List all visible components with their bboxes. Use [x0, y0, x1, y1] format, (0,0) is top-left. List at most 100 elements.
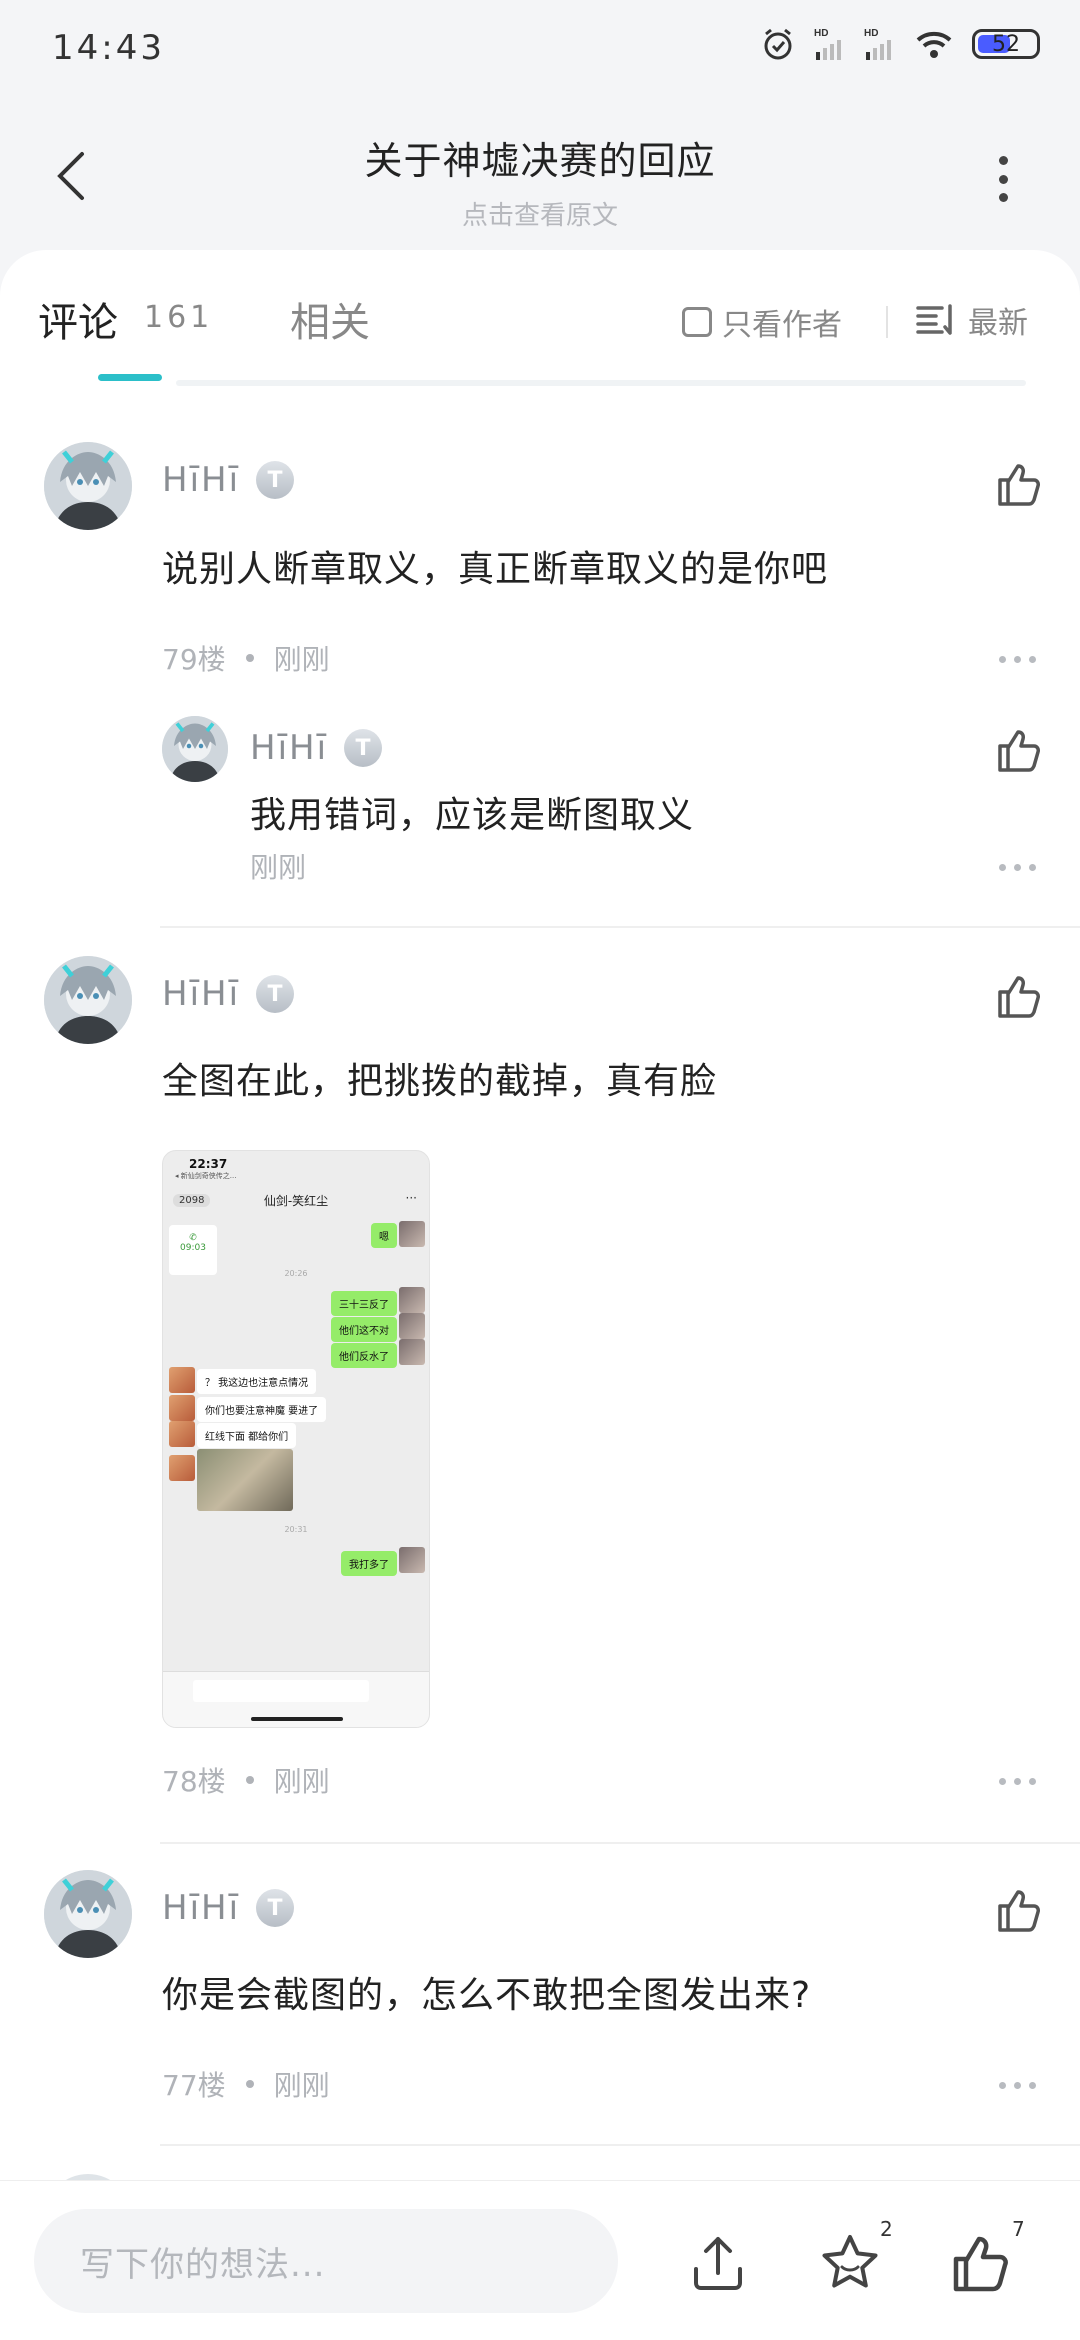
avatar-image	[44, 1870, 132, 1958]
shot-home-indicator	[251, 1717, 343, 1721]
sort-label: 最新	[968, 306, 1028, 341]
reply-username-row: HīHī T	[250, 728, 383, 768]
shot-avatar-me	[399, 1547, 425, 1573]
user-level-badge: T	[344, 729, 383, 767]
battery-level: 52	[992, 31, 1020, 57]
reply-text: 我用错词，应该是断图取义	[250, 795, 695, 836]
shot-call-card: ✆ 09:03	[169, 1225, 217, 1275]
floor-number: 77楼	[162, 2069, 226, 2102]
shot-timestamp: 20:31	[284, 1525, 308, 1534]
comment-divider	[160, 1842, 1080, 1844]
shot-subtitle: ◂ 新仙剑奇侠传之...	[175, 1172, 237, 1180]
meta-separator	[245, 2080, 254, 2088]
shot-avatar-me	[399, 1221, 425, 1247]
signal-hd-1-icon: HD	[814, 28, 841, 60]
shot-msg-me: 三十三反了	[331, 1291, 397, 1316]
username-row: HīHī T	[162, 974, 295, 1014]
like-total-icon[interactable]	[948, 2231, 1012, 2295]
like-icon[interactable]	[994, 1886, 1042, 1934]
shot-msg-other: ？ 我这边也注意点情况	[197, 1369, 317, 1394]
avatar-image	[44, 956, 132, 1044]
comment-meta: 77楼 刚刚	[162, 2064, 330, 2104]
comment-text: 全图在此，把挑拨的截掉，真有脸	[162, 1061, 718, 1102]
comment-time: 刚刚	[273, 2069, 330, 2102]
user-level-badge: T	[256, 1889, 295, 1927]
comment-more-icon[interactable]	[999, 2082, 1036, 2089]
shot-avatar-me	[399, 1339, 425, 1365]
reply-meta: 刚刚	[250, 846, 306, 886]
username[interactable]: HīHī	[162, 974, 240, 1014]
shot-time: 22:37	[189, 1157, 228, 1171]
badge-letter: T	[267, 981, 283, 1007]
username-row: HīHī T	[162, 1888, 295, 1928]
shot-nav: 2098 仙剑-笑红尘 ···	[163, 1185, 429, 1215]
battery-icon: 52	[972, 29, 1040, 59]
tab-comments[interactable]: 评论	[38, 290, 118, 348]
comment-meta: 78楼 刚刚	[162, 1760, 330, 1800]
author-only-toggle[interactable]: 只看作者	[682, 300, 842, 344]
favorite-count: 2	[880, 2217, 893, 2241]
badge-letter: T	[267, 1895, 283, 1921]
shot-call-duration: 09:03	[180, 1243, 206, 1253]
shot-msg-other: 红线下面 都给你们	[197, 1423, 297, 1448]
shot-timestamp: 20:26	[284, 1269, 308, 1278]
status-bar: 14:43 HD HD 52	[0, 0, 1080, 96]
shot-avatar-other	[169, 1367, 195, 1393]
comment-more-icon[interactable]	[999, 656, 1036, 663]
share-icon[interactable]	[686, 2231, 750, 2295]
reply-avatar[interactable]	[162, 716, 228, 782]
username-row: HīHī T	[162, 460, 295, 500]
wifi-icon	[916, 31, 952, 58]
author-only-label: 只看作者	[722, 308, 842, 343]
signal-hd-2-icon: HD	[864, 28, 891, 60]
badge-letter: T	[355, 735, 371, 761]
shot-more-icon: ···	[405, 1191, 417, 1205]
avatar-image	[162, 716, 228, 782]
username[interactable]: HīHī	[162, 460, 240, 500]
tab-related[interactable]: 相关	[290, 290, 370, 348]
user-level-badge: T	[256, 461, 295, 499]
username[interactable]: HīHī	[162, 1888, 240, 1928]
comment-input[interactable]: 写下你的想法...	[34, 2209, 618, 2313]
shot-msg-other: 你们也要注意神魔 要进了	[197, 1397, 327, 1422]
shot-chat-title: 仙剑-笑红尘	[263, 1193, 329, 1208]
checkbox-icon[interactable]	[682, 307, 712, 337]
comment-time: 刚刚	[273, 643, 330, 676]
comment-divider	[160, 2144, 1080, 2146]
comment-time: 刚刚	[273, 1765, 330, 1798]
favorite-star-icon[interactable]	[818, 2231, 882, 2295]
like-icon[interactable]	[994, 972, 1042, 1020]
comment-more-icon[interactable]	[999, 1778, 1036, 1785]
previous-content-edge	[176, 380, 1026, 386]
reply-username[interactable]: HīHī	[250, 728, 328, 768]
avatar[interactable]	[44, 442, 132, 530]
floor-number: 79楼	[162, 643, 226, 676]
attached-image[interactable]: 22:37 ◂ 新仙剑奇侠传之... 2098 仙剑-笑红尘 ··· ✆ 09:0…	[162, 1150, 430, 1728]
meta-separator	[245, 1776, 254, 1784]
shot-msg-me: 我打多了	[341, 1551, 397, 1576]
view-original-link[interactable]: 点击查看原文	[0, 195, 1080, 232]
alarm-icon	[764, 28, 792, 60]
shot-msg-me: 他们反水了	[331, 1343, 397, 1368]
more-options-icon[interactable]	[996, 156, 1010, 202]
sort-icon	[916, 304, 952, 335]
svg-text:HD: HD	[864, 28, 878, 39]
sort-button[interactable]: 最新	[916, 298, 1028, 342]
avatar[interactable]	[44, 1870, 132, 1958]
header-title-block[interactable]: 关于神墟决赛的回应 点击查看原文	[0, 130, 1080, 232]
shot-avatar-other	[169, 1395, 195, 1421]
like-icon[interactable]	[994, 460, 1042, 508]
reply-like-icon[interactable]	[994, 726, 1042, 774]
reply-more-icon[interactable]	[999, 864, 1036, 871]
shot-msg-me: 嗯	[371, 1223, 397, 1248]
comments-card: 评论 161 相关 只看作者 最新 HīHī T 说别人断章取义，真正断章取义的…	[0, 250, 1080, 2180]
avatar[interactable]	[44, 956, 132, 1044]
comments-count: 161	[144, 300, 214, 335]
user-level-badge: T	[256, 975, 295, 1013]
like-count: 7	[1012, 2217, 1025, 2241]
comment-divider	[160, 926, 1080, 928]
shot-input-bar	[163, 1671, 429, 1727]
tab-bar: 评论 161 相关 只看作者 最新	[0, 250, 1080, 384]
svg-text:HD: HD	[814, 28, 828, 39]
shot-msg-me: 他们这不对	[331, 1317, 397, 1342]
